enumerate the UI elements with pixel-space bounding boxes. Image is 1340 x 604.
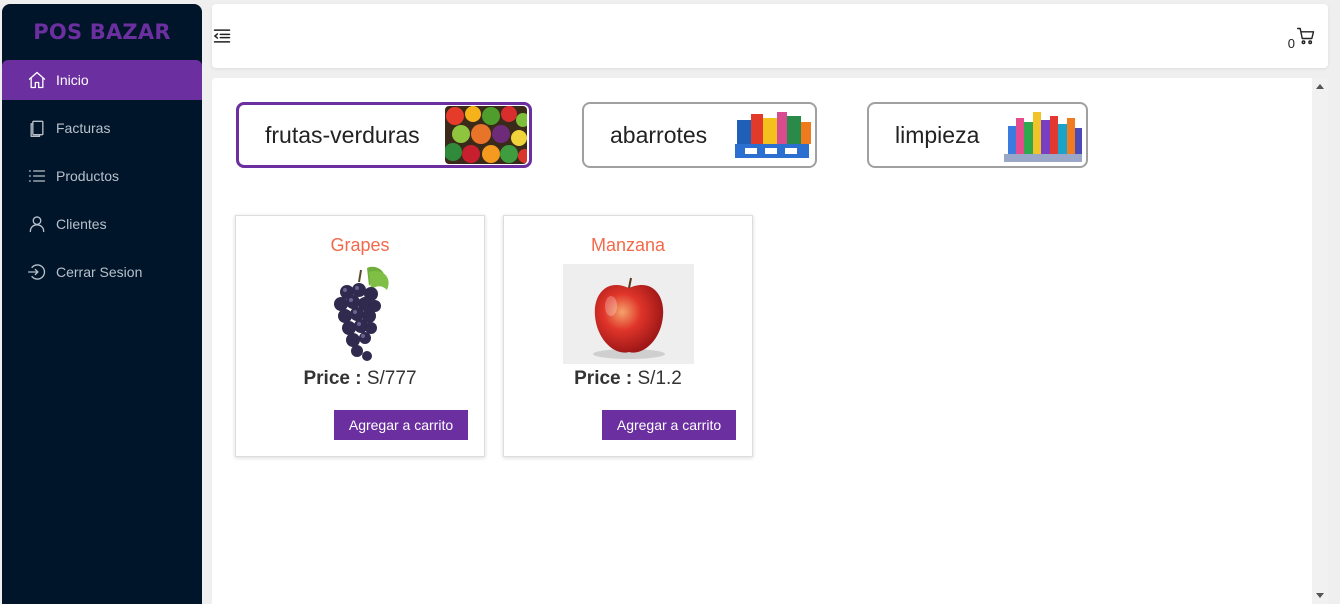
cleaning-products-image	[1002, 106, 1084, 164]
product-card-manzana: Manzana Price : S/1.2 Agregar a carrito	[503, 215, 753, 457]
product-name: Manzana	[590, 235, 666, 255]
scroll-down-icon[interactable]	[1316, 593, 1324, 598]
category-label: frutas-verduras	[265, 121, 420, 148]
sidebar-item-label: Facturas	[56, 120, 111, 136]
user-icon	[26, 213, 48, 235]
apple-image	[562, 264, 694, 364]
price-label: Price :	[303, 368, 362, 389]
category-limpieza[interactable]: limpieza	[867, 102, 1088, 168]
product-price: Price : S/777	[236, 368, 484, 390]
list-icon	[26, 165, 48, 187]
sidebar-item-label: Inicio	[56, 72, 89, 88]
cart-icon	[1296, 26, 1316, 51]
sidebar: POS BAZAR Inicio Facturas Productos Clie…	[2, 4, 202, 604]
sidebar-item-productos[interactable]: Productos	[2, 156, 202, 196]
category-abarrotes[interactable]: abarrotes	[582, 102, 817, 168]
sidebar-item-facturas[interactable]: Facturas	[2, 108, 202, 148]
scroll-up-icon[interactable]	[1316, 84, 1324, 89]
add-to-cart-button[interactable]: Agregar a carrito	[334, 410, 468, 440]
brand-logo: POS BAZAR	[33, 20, 171, 44]
category-label: limpieza	[895, 121, 980, 148]
logout-icon	[26, 261, 48, 283]
main-content: frutas-verduras abarrotes limpieza Grape…	[212, 78, 1328, 604]
price-value: S/777	[366, 368, 417, 389]
sidebar-item-inicio[interactable]: Inicio	[2, 60, 202, 100]
cart-count: 0	[1287, 36, 1295, 51]
home-icon	[26, 69, 48, 91]
menu-collapse-icon[interactable]	[212, 26, 234, 48]
product-name: Grapes	[330, 235, 390, 255]
sidebar-item-label: Cerrar Sesion	[56, 264, 143, 280]
price-label: Price :	[574, 368, 633, 389]
fruits-vegetables-image	[445, 106, 527, 164]
sidebar-item-clientes[interactable]: Clientes	[2, 204, 202, 244]
category-frutas-verduras[interactable]: frutas-verduras	[236, 102, 532, 168]
sidebar-item-label: Clientes	[56, 216, 107, 232]
cart-button[interactable]: 0	[1288, 26, 1316, 51]
product-price: Price : S/1.2	[504, 368, 752, 390]
category-label: abarrotes	[610, 121, 708, 148]
sidebar-item-label: Productos	[56, 168, 120, 184]
grapes-image	[295, 264, 426, 364]
groceries-image	[731, 106, 813, 164]
documents-icon	[26, 117, 48, 139]
sidebar-item-cerrar-sesion[interactable]: Cerrar Sesion	[2, 252, 202, 292]
product-card-grapes: Grapes Price : S/777 Agregar a carrito	[235, 215, 485, 457]
price-value: S/1.2	[637, 368, 682, 389]
add-to-cart-button[interactable]: Agregar a carrito	[602, 410, 736, 440]
sidebar-menu: Inicio Facturas Productos Clientes Cerra…	[2, 60, 202, 292]
top-header: 0	[212, 4, 1328, 68]
vertical-scrollbar[interactable]	[1312, 78, 1328, 604]
